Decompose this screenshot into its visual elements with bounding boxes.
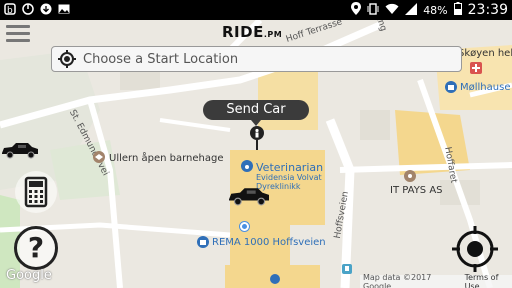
business-icon: [404, 170, 416, 182]
transit-icon: [342, 264, 352, 274]
target-icon: [58, 50, 76, 68]
start-location-search[interactable]: [51, 46, 462, 72]
battery-percent: 48%: [423, 3, 448, 17]
current-location-dot: [240, 222, 249, 231]
send-car-button[interactable]: Send Car: [203, 100, 309, 126]
shop-icon: [445, 81, 457, 93]
image-icon: [58, 3, 70, 15]
menu-bar-icon: [6, 32, 30, 35]
poi-label: REMA 1000 Hoffsveien: [212, 237, 326, 248]
power-icon: [22, 3, 34, 15]
school-icon: [93, 151, 105, 163]
poi-label: Evidensia Volvat: [256, 173, 322, 182]
health-icon: [470, 62, 482, 74]
signal-icon: [405, 2, 418, 18]
shop-icon: [270, 274, 280, 284]
poi-label: IT PAYS AS: [390, 185, 443, 196]
vet-icon: [241, 160, 253, 172]
person-pin-icon: [250, 126, 264, 150]
poi-label: Ullern åpen barnehage: [109, 153, 224, 164]
status-bar: b 48% 23:39: [0, 0, 512, 20]
vibrate-icon: [367, 2, 379, 18]
start-location-input[interactable]: [83, 51, 443, 67]
clock: 23:39: [467, 2, 508, 18]
logo-text: RIDE: [222, 23, 264, 41]
google-logo: Google: [6, 268, 52, 283]
poi-label: Skøyen hel: [458, 48, 512, 59]
shop-icon: [197, 236, 209, 248]
app-logo: RIDE.PM: [222, 23, 282, 41]
battery-icon: [453, 2, 462, 18]
poi-label: Møllhause: [460, 82, 511, 93]
car-icon: [229, 188, 269, 206]
download-icon: [40, 3, 52, 15]
map-attribution: Map data ©2017 Google Terms of Use: [360, 272, 512, 288]
terms-of-use-link[interactable]: Terms of Use: [465, 273, 512, 288]
location-icon: [351, 2, 362, 18]
svg-text:b: b: [7, 6, 13, 15]
help-button[interactable]: ?: [14, 226, 58, 270]
fare-calculator-button[interactable]: [14, 170, 58, 214]
menu-button[interactable]: [6, 25, 30, 43]
menu-bar-icon: [6, 25, 30, 28]
logo-suffix: .PM: [263, 30, 283, 39]
notification-app-icon: b: [4, 3, 16, 16]
my-location-button[interactable]: [450, 224, 500, 274]
car-icon: [2, 143, 38, 159]
map-data-text: Map data ©2017 Google: [363, 272, 432, 288]
wifi-icon: [385, 3, 399, 18]
menu-bar-icon: [6, 39, 30, 42]
